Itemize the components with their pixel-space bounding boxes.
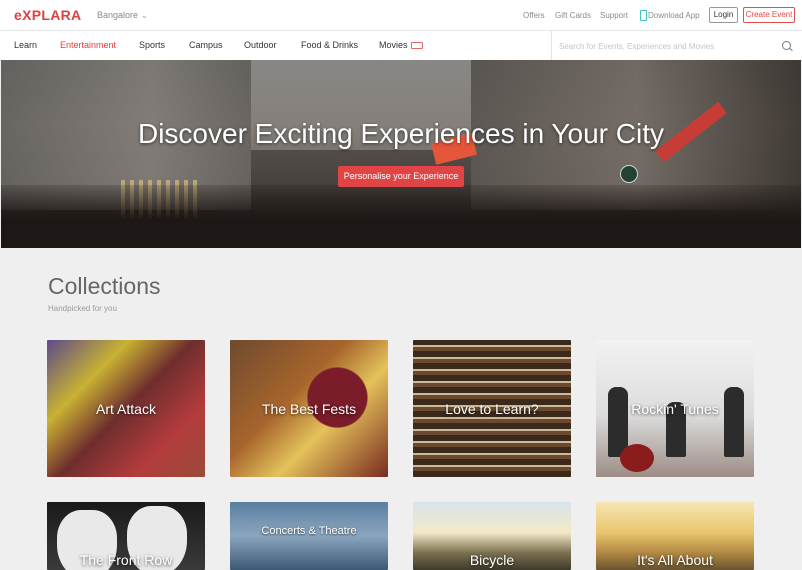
city-label: Bangalore [97, 10, 139, 20]
search-input[interactable] [557, 38, 776, 54]
card-label: Concerts & Theatre [261, 525, 357, 537]
card-label: The Front Row [79, 552, 173, 568]
hero-cafe-sign-image [620, 165, 638, 183]
login-button[interactable]: Login [709, 7, 738, 23]
hero-headline: Discover Exciting Experiences in Your Ci… [137, 118, 664, 149]
nav-movies[interactable]: Movies [379, 40, 423, 50]
card-label: Bicycle [469, 552, 515, 568]
new-badge-icon [410, 42, 423, 50]
nav-movies-label: Movies [379, 40, 408, 50]
collection-card-bicycle[interactable]: Bicycle [413, 502, 571, 570]
collection-card-art-attack[interactable]: Art Attack [47, 340, 205, 477]
card-label: Rockin' Tunes [631, 401, 719, 417]
collection-card-front-row[interactable]: The Front Row [47, 502, 205, 570]
collection-card-love-to-learn[interactable]: Love to Learn? [413, 340, 571, 477]
search-icon[interactable] [782, 41, 791, 50]
musician-figure-image [724, 387, 744, 457]
card-label: It's All About [637, 552, 713, 568]
mobile-phone-icon [640, 10, 647, 21]
drum-image [620, 444, 654, 472]
card-label: Art Attack [96, 401, 156, 417]
search-box [551, 31, 802, 60]
gift-cards-link[interactable]: Gift Cards [555, 11, 591, 20]
nav-entertainment[interactable]: Entertainment [60, 40, 116, 50]
nav-food-drinks[interactable]: Food & Drinks [301, 40, 358, 50]
nav-campus[interactable]: Campus [189, 40, 223, 50]
support-link[interactable]: Support [600, 11, 628, 20]
collections-subtitle: Handpicked for you [48, 304, 117, 313]
collection-card-its-all-about[interactable]: It's All About [596, 502, 754, 570]
collection-card-rockin-tunes[interactable]: Rockin' Tunes [596, 340, 754, 477]
create-event-button[interactable]: Create Event [743, 7, 795, 23]
collections-title: Collections [48, 273, 161, 299]
collection-card-best-fests[interactable]: The Best Fests [230, 340, 388, 477]
nav-learn[interactable]: Learn [14, 40, 37, 50]
top-bar: eXPLARA Bangalore ⌄ Offers Gift Cards Sup… [0, 0, 802, 31]
nav-sports[interactable]: Sports [139, 40, 165, 50]
hero-crowd-image [1, 185, 801, 248]
download-app-link[interactable]: Download App [648, 11, 700, 20]
collection-card-concerts-theatre[interactable]: Concerts & Theatre [230, 502, 388, 570]
chevron-down-icon: ⌄ [141, 11, 148, 20]
city-selector[interactable]: Bangalore ⌄ [97, 10, 148, 20]
offers-link[interactable]: Offers [523, 11, 545, 20]
card-label: Love to Learn? [445, 401, 539, 417]
hero-banner: Discover Exciting Experiences in Your Ci… [1, 60, 801, 248]
nav-outdoor[interactable]: Outdoor [244, 40, 277, 50]
explara-logo[interactable]: eXPLARA [14, 7, 81, 23]
personalise-button[interactable]: Personalise your Experience [338, 166, 464, 187]
card-label: The Best Fests [261, 401, 357, 417]
